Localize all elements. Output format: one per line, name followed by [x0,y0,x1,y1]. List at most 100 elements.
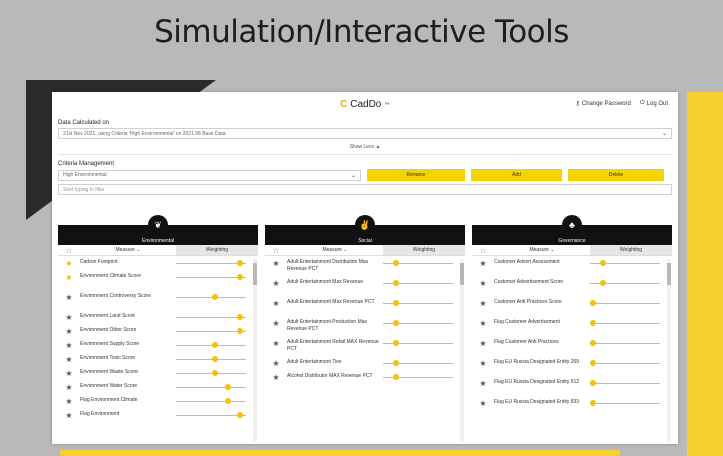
weighting-slider[interactable] [589,359,672,367]
measure-column-sort[interactable]: Measure ⌄ [287,245,383,255]
star-icon[interactable]: ★ [472,299,494,308]
rename-button[interactable]: Rename [367,169,465,181]
scrollbar[interactable] [667,259,671,442]
weighting-slider[interactable] [176,369,258,377]
scroll-thumb[interactable] [667,263,671,285]
star-icon[interactable]: ★ [265,373,287,382]
slider-knob[interactable] [237,314,244,320]
star-icon[interactable]: ★ [58,397,80,406]
weighting-slider[interactable] [383,359,465,367]
weighting-slider[interactable] [176,411,258,419]
weighting-slider[interactable] [176,327,258,335]
star-icon[interactable]: ★ [472,279,494,288]
slider-knob[interactable] [237,328,244,334]
slider-knob[interactable] [237,412,244,418]
star-icon[interactable]: ★ [472,339,494,348]
measure-column-sort[interactable]: Measure ⌄ [494,245,590,255]
slider-knob[interactable] [392,260,399,266]
weighting-slider[interactable] [176,383,258,391]
slider-knob[interactable] [392,374,399,380]
criteria-select[interactable]: High Environmental ⌄ [58,169,361,181]
star-icon[interactable]: ★ [265,319,287,328]
filter-input[interactable]: Start typing to filter [58,184,672,195]
weighting-slider[interactable] [590,259,672,267]
logo[interactable]: C CadDo ™ [340,99,389,110]
log-out-link[interactable]: ⏻ Log Out [640,100,668,107]
slider-knob[interactable] [392,340,399,346]
star-icon[interactable]: ★ [58,327,80,336]
weighting-slider[interactable] [589,379,672,387]
add-button[interactable]: Add [471,169,562,181]
weighting-slider[interactable] [589,319,672,327]
star-icon[interactable]: ★ [472,379,494,388]
slider-knob[interactable] [589,400,596,406]
weighting-slider[interactable] [589,339,672,347]
show-less-toggle[interactable]: Show Less ▲ [58,139,672,155]
star-icon[interactable]: ★ [472,259,494,268]
slider-knob[interactable] [599,280,606,286]
weighting-slider[interactable] [590,279,672,287]
weighting-slider[interactable] [383,319,465,327]
star-outline-icon[interactable]: ☆ [472,245,494,255]
slider-knob[interactable] [589,340,596,346]
star-icon[interactable]: ★ [265,259,287,268]
star-icon[interactable]: ★ [265,339,287,348]
star-icon[interactable]: ★ [472,399,494,408]
slider-knob[interactable] [392,360,399,366]
scroll-thumb[interactable] [253,263,257,285]
slider-knob[interactable] [589,320,596,326]
star-icon[interactable]: ★ [265,279,287,288]
weighting-slider[interactable] [176,397,258,405]
star-icon[interactable]: ★ [58,293,80,302]
star-icon[interactable]: ★ [265,299,287,308]
scrollbar[interactable] [253,259,257,442]
star-icon[interactable]: ★ [265,359,287,368]
weighting-slider[interactable] [383,259,465,267]
weighting-slider[interactable] [383,299,465,307]
scroll-thumb[interactable] [460,263,464,285]
weighting-slider[interactable] [589,399,672,407]
scrollbar[interactable] [460,259,464,442]
slider-knob[interactable] [589,360,596,366]
slider-knob[interactable] [589,380,596,386]
slider-knob[interactable] [237,260,244,266]
weighting-slider[interactable] [176,313,258,321]
slider-knob[interactable] [237,274,244,280]
star-icon[interactable]: ★ [472,319,494,328]
star-outline-icon[interactable]: ☆ [58,245,80,255]
weighting-slider[interactable] [589,299,672,307]
star-icon[interactable]: ★ [58,355,80,364]
slider-knob[interactable] [211,370,218,376]
delete-button[interactable]: Delete [568,169,664,181]
measure-column-sort[interactable]: Measure ⌄ [80,245,176,255]
slider-knob[interactable] [599,260,606,266]
star-icon[interactable]: ★ [58,313,80,322]
weighting-slider[interactable] [176,293,258,301]
weighting-column[interactable]: Weighting [176,245,258,255]
star-filled-icon[interactable]: ★ [58,259,80,268]
data-calculated-select[interactable]: 21st Nov 2021, using Criteria 'High Envi… [58,128,672,139]
star-icon[interactable]: ★ [58,341,80,350]
slider-knob[interactable] [211,342,218,348]
slider-knob[interactable] [392,300,399,306]
weighting-slider[interactable] [176,341,258,349]
change-password-link[interactable]: ⚷ Change Password [575,100,630,108]
slider-knob[interactable] [211,294,218,300]
star-outline-icon[interactable]: ☆ [265,245,287,255]
star-icon[interactable]: ★ [58,369,80,378]
slider-knob[interactable] [392,320,399,326]
weighting-slider[interactable] [176,273,258,281]
weighting-column[interactable]: Weighting [383,245,465,255]
star-icon[interactable]: ★ [472,359,494,368]
weighting-slider[interactable] [383,339,465,347]
weighting-slider[interactable] [383,373,465,381]
star-icon[interactable]: ★ [58,411,80,420]
slider-knob[interactable] [224,398,231,404]
weighting-slider[interactable] [176,259,258,267]
weighting-column[interactable]: Weighting [590,245,672,255]
slider-knob[interactable] [224,384,231,390]
star-filled-icon[interactable]: ★ [58,273,80,282]
slider-knob[interactable] [589,300,596,306]
weighting-slider[interactable] [383,279,465,287]
star-icon[interactable]: ★ [58,383,80,392]
